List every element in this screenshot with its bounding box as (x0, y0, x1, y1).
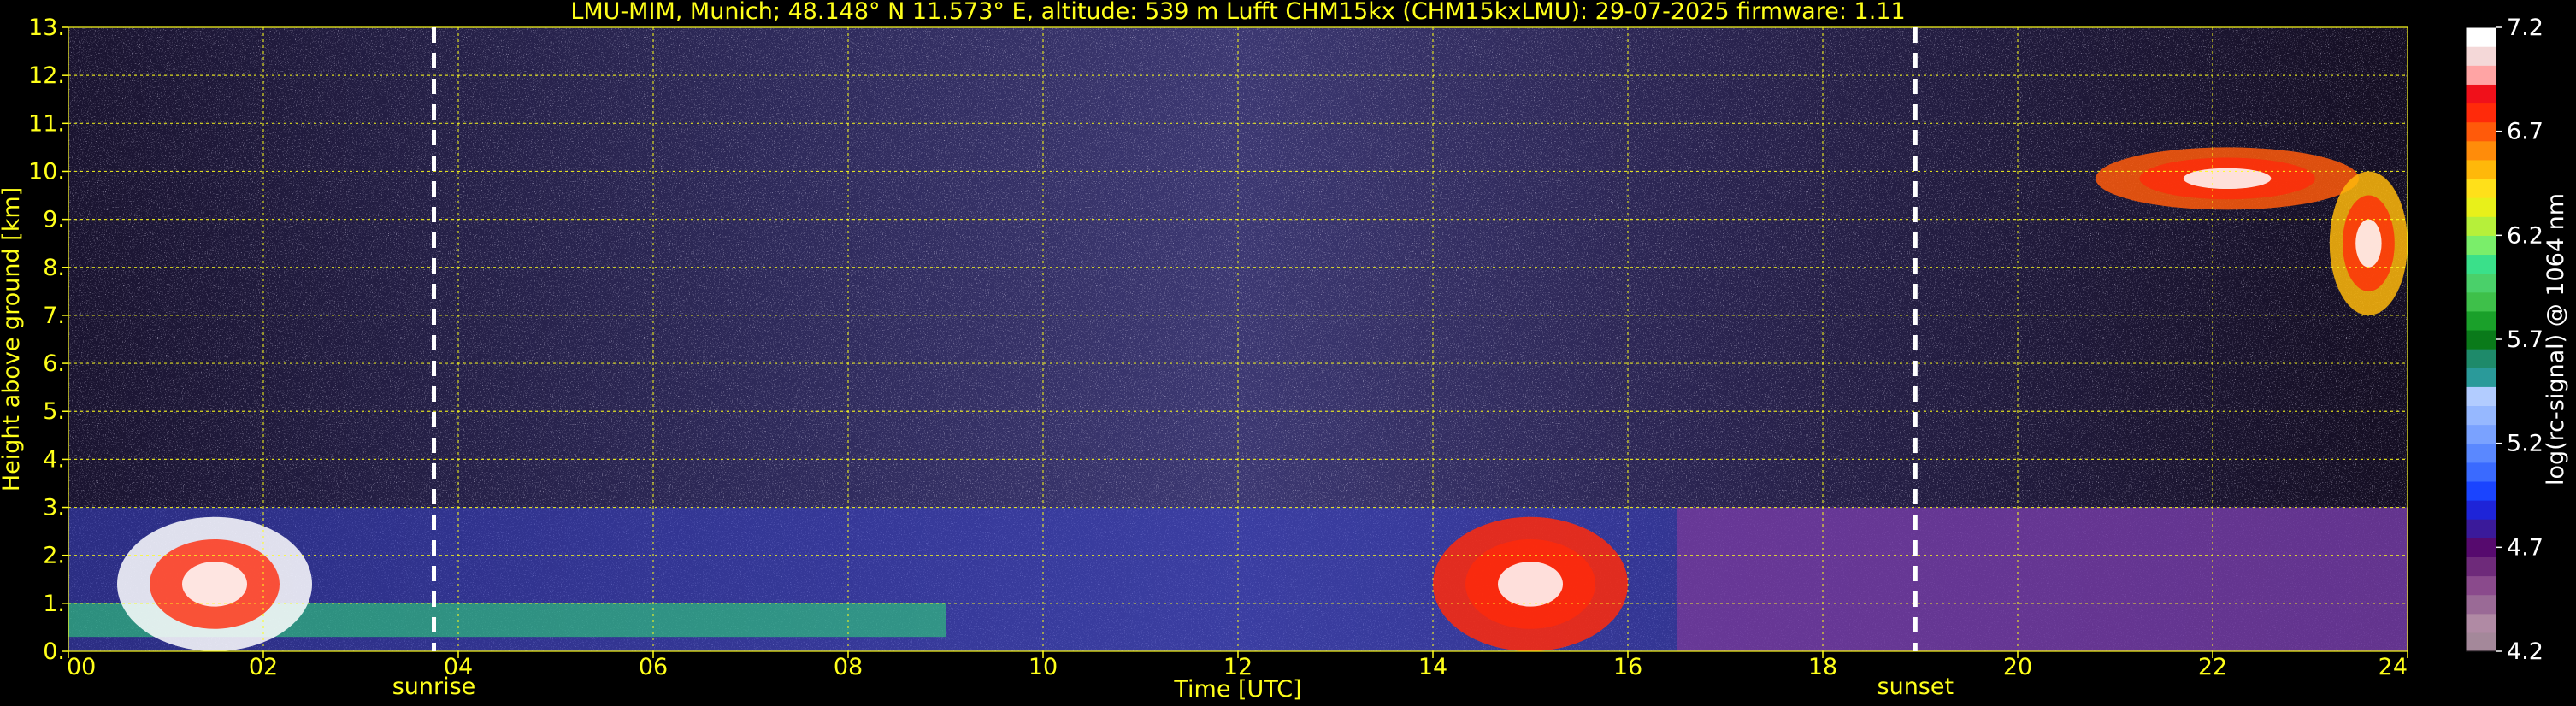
x-tick-label: 14 (1418, 654, 1447, 680)
colorbar-segment (2466, 500, 2496, 520)
x-tick-label: 20 (2003, 654, 2032, 680)
cloud-peak (1498, 562, 1563, 607)
x-axis-label: Time [UTC] (1173, 676, 1301, 703)
feature-cloud (117, 516, 312, 651)
colorbar-segment (2466, 159, 2496, 179)
feature-cloud (2329, 171, 2408, 315)
colorbar-segment (2466, 329, 2496, 350)
colorbar-segment (2466, 310, 2496, 331)
y-tick-label: 11. (28, 110, 65, 137)
cloud-peak (2183, 168, 2272, 190)
colorbar-tick-label: 6.7 (2507, 119, 2544, 145)
y-axis-label: Height above ground [km] (0, 187, 25, 491)
y-tick-label: 0. (43, 638, 65, 665)
colorbar-segment (2466, 178, 2496, 198)
x-tick-label: 04 (444, 654, 473, 680)
colorbar-segment (2466, 613, 2496, 633)
colorbar-tick-label: 5.7 (2507, 327, 2544, 353)
colorbar-segment (2466, 405, 2496, 426)
colorbar-segment (2466, 594, 2496, 615)
colorbar-segment (2466, 46, 2496, 66)
colorbar-segment (2466, 84, 2496, 104)
colorbar-segment (2466, 140, 2496, 161)
y-tick-label: 10. (28, 158, 65, 185)
feature-cloud (2096, 147, 2360, 210)
colorbar-segment (2466, 235, 2496, 256)
x-tick-label: 18 (1808, 654, 1837, 680)
colorbar: 4.2 4.7 5.2 5.7 6.2 6.7 7.2 (2465, 15, 2544, 665)
y-tick-label: 3. (43, 495, 65, 521)
x-tick-label: 08 (834, 654, 863, 680)
colorbar-tick-label: 6.2 (2507, 222, 2544, 249)
colorbar-segment (2466, 575, 2496, 596)
colorbar-segment (2466, 291, 2496, 312)
colorbar-segment (2466, 349, 2496, 368)
cloud-peak (2355, 219, 2382, 268)
colorbar-segment (2466, 197, 2496, 217)
x-tick-label: 06 (639, 654, 668, 680)
colorbar-segment (2466, 121, 2496, 142)
colorbar-segment (2466, 538, 2496, 557)
x-tick-label: 10 (1029, 654, 1058, 680)
marker-label-sunset: sunset (1877, 674, 1954, 700)
x-tick-label: 00 (67, 654, 96, 680)
colorbar-segment (2466, 27, 2496, 47)
x-tick-label: 16 (1613, 654, 1642, 680)
feature-cloud (1433, 516, 1628, 651)
colorbar-tick-label: 7.2 (2507, 15, 2544, 41)
y-tick-label: 9. (43, 207, 65, 233)
colorbar-label: log(rc-signal) @ 1064 nm (2543, 193, 2569, 485)
y-tick-label: 5. (43, 398, 65, 425)
colorbar-segment (2466, 443, 2496, 463)
colorbar-segment (2466, 65, 2496, 85)
colorbar-segment (2466, 462, 2496, 482)
colorbar-tick-label: 5.2 (2507, 431, 2544, 457)
colorbar-segment (2466, 632, 2496, 652)
chart-title: LMU-MIM, Munich; 48.148° N 11.573° E, al… (570, 0, 1905, 25)
y-tick-label: 2. (43, 543, 65, 569)
colorbar-segment (2466, 216, 2496, 236)
y-tick-label: 12. (28, 62, 65, 89)
colorbar-segment (2466, 424, 2496, 444)
colorbar-segment (2466, 556, 2496, 577)
x-tick-label: 24 (2379, 654, 2408, 680)
feature-aerosol-layer-evening (1677, 507, 2408, 651)
colorbar-tick-label: 4.7 (2507, 534, 2544, 561)
x-tick-label: 22 (2198, 654, 2227, 680)
colorbar-segment (2466, 273, 2496, 293)
y-tick-label: 4. (43, 446, 65, 473)
ceilometer-chart: sunrise sunset 00 02 04 06 08 10 12 14 16 18 20 22 24… (0, 0, 2576, 706)
y-tick-label: 13. (28, 15, 65, 41)
heatmap-chart: sunrise sunset 00 02 04 06 08 10 12 14 16 18 20 22 24… (0, 0, 2569, 703)
cloud-peak (182, 562, 247, 607)
y-tick-label: 7. (43, 303, 65, 329)
colorbar-segment (2466, 254, 2496, 274)
colorbar-segment (2466, 368, 2496, 387)
colorbar-segment (2466, 519, 2496, 538)
y-tick-label: 6. (43, 350, 65, 377)
x-tick-label: 02 (249, 654, 278, 680)
colorbar-tick-label: 4.2 (2507, 638, 2544, 665)
colorbar-segment (2466, 480, 2496, 501)
colorbar-segment (2466, 386, 2496, 407)
y-tick-label: 8. (43, 255, 65, 281)
colorbar-segment (2466, 103, 2496, 123)
y-tick-label: 1. (43, 591, 65, 617)
